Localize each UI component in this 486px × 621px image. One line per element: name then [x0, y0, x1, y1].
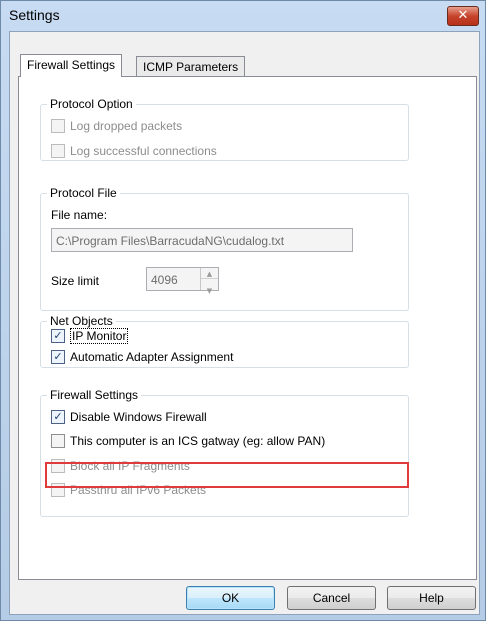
cancel-button[interactable]: Cancel [287, 586, 376, 610]
close-button[interactable]: ✕ [447, 6, 479, 26]
close-icon: ✕ [457, 8, 469, 23]
ok-button[interactable]: OK [186, 586, 275, 610]
group-legend: Protocol Option [50, 97, 133, 111]
group-firewall-settings: Firewall Settings ✓ Disable Windows Firew… [40, 388, 409, 517]
checkbox-label: Log successful connections [70, 144, 217, 158]
checkbox-box[interactable]: ✓ [51, 349, 65, 364]
tab-icmp-parameters[interactable]: ICMP Parameters [136, 56, 246, 77]
file-name-label: File name: [51, 208, 108, 222]
title-bar[interactable]: Settings ✕ [1, 1, 485, 29]
checkbox-box[interactable] [51, 433, 65, 448]
checkbox-label: Log dropped packets [70, 119, 183, 133]
group-legend: Firewall Settings [50, 388, 139, 402]
help-button[interactable]: Help [387, 586, 476, 610]
size-limit-value: 4096 [151, 273, 178, 287]
checkbox-disable-windows-firewall[interactable]: ✓ Disable Windows Firewall [51, 408, 207, 426]
chevron-down-icon[interactable]: ▼ [201, 279, 218, 295]
highlight-box [45, 462, 409, 488]
group-protocol-option: Protocol Option Log dropped packets Log … [40, 97, 409, 161]
window-title: Settings [9, 7, 60, 23]
size-limit-label: Size limit [51, 274, 100, 288]
tab-label: ICMP Parameters [143, 60, 239, 74]
checkbox-label: Automatic Adapter Assignment [70, 350, 234, 364]
checkbox-box[interactable]: ✓ [51, 409, 65, 424]
checkbox-label: IP Monitor [70, 328, 129, 344]
tab-panel-firewall-settings: Protocol Option Log dropped packets Log … [18, 76, 477, 580]
group-protocol-file: Protocol File File name: C:\Program File… [40, 186, 409, 311]
checkbox-box[interactable] [51, 143, 65, 158]
checkbox-automatic-adapter-assignment[interactable]: ✓ Automatic Adapter Assignment [51, 348, 233, 366]
settings-window: Settings ✕ Firewall Settings ICMP Parame… [0, 0, 486, 621]
checkbox-log-dropped-packets[interactable]: Log dropped packets [51, 117, 182, 135]
checkbox-ics-gateway[interactable]: This computer is an ICS gatway (eg: allo… [51, 432, 325, 450]
size-limit-stepper[interactable]: 4096 ▲ ▼ [146, 267, 219, 295]
checkbox-ip-monitor[interactable]: ✓ IP Monitor [51, 327, 129, 345]
group-net-objects: Net Objects ✓ IP Monitor ✓ Automatic Adapt… [40, 314, 409, 368]
spin-buttons[interactable]: ▲ ▼ [200, 268, 218, 295]
checkbox-box[interactable]: ✓ [51, 328, 65, 343]
group-legend: Protocol File [50, 186, 117, 200]
tab-label: Firewall Settings [27, 58, 116, 72]
dialog-client-area: Firewall Settings ICMP Parameters Protoc… [9, 31, 480, 615]
checkbox-label: Disable Windows Firewall [70, 410, 207, 424]
checkbox-box[interactable] [51, 118, 65, 133]
file-name-input[interactable]: C:\Program Files\BarracudaNG\cudalog.txt [51, 228, 353, 252]
group-legend: Net Objects [50, 314, 113, 328]
chevron-up-icon[interactable]: ▲ [201, 268, 218, 279]
tab-firewall-settings[interactable]: Firewall Settings [20, 54, 123, 77]
checkbox-label: This computer is an ICS gatway (eg: allo… [70, 434, 326, 448]
checkbox-log-successful-connections[interactable]: Log successful connections [51, 142, 217, 160]
